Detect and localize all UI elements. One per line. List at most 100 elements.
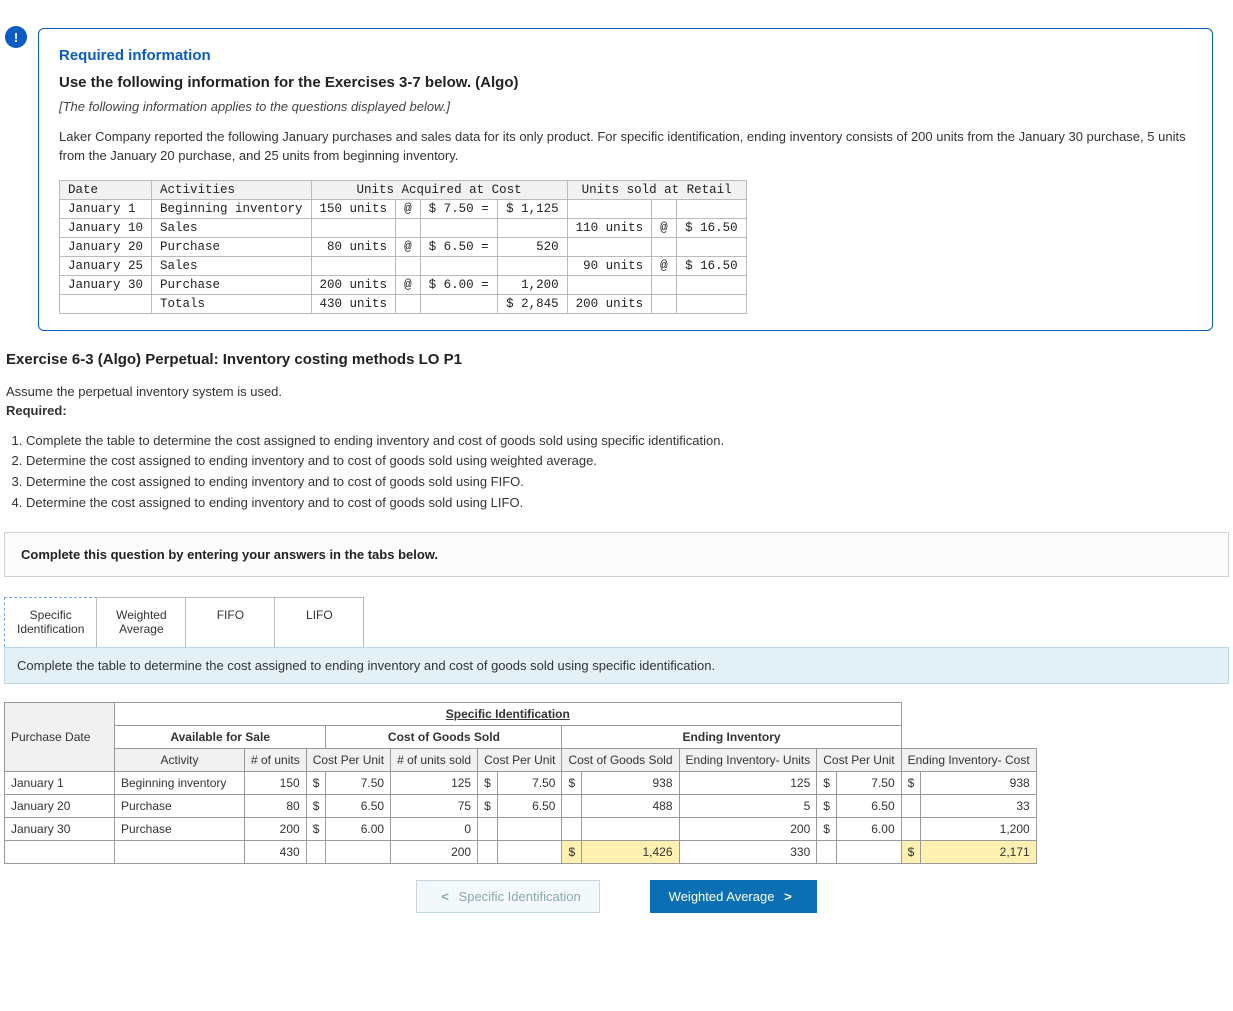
table-cell: Sales [152,218,312,237]
cell-activity[interactable] [115,840,245,863]
currency-symbol: $ [901,771,921,794]
cell-units-sold[interactable]: 75 [391,794,478,817]
cell-cpu[interactable]: 7.50 [326,771,391,794]
table-cell [652,237,677,256]
alert-icon: ! [5,26,27,48]
cell-cpu[interactable] [326,840,391,863]
table-cell [652,294,677,313]
table-cell: January 1 [60,199,152,218]
cell-ei-units[interactable]: 125 [679,771,817,794]
requirements-list: Complete the table to determine the cost… [26,431,1227,514]
cell-activity[interactable]: Beginning inventory [115,771,245,794]
currency-symbol [562,817,582,840]
table-cell: @ [396,275,421,294]
table-row: January 20Purchase80$6.5075$6.504885$6.5… [5,794,1037,817]
cell-cpu-ei[interactable]: 7.50 [836,771,901,794]
cell-cpu[interactable]: 6.00 [326,817,391,840]
cell-units[interactable]: 200 [245,817,307,840]
cell-cpu-ei[interactable]: 6.00 [836,817,901,840]
tab-weighted[interactable]: WeightedAverage [96,597,186,647]
table-cell: 430 units [311,294,396,313]
table-cell [396,256,421,275]
cell-ei-units[interactable]: 5 [679,794,817,817]
table-cell [396,294,421,313]
currency-symbol: $ [306,771,326,794]
table-cell [420,294,497,313]
table-cell: $ 16.50 [676,256,746,275]
table-cell [652,199,677,218]
table-cell: $ 16.50 [676,218,746,237]
cell-units[interactable]: 150 [245,771,307,794]
cell-cpu-sold[interactable]: 7.50 [497,771,562,794]
cell-cpu-sold[interactable]: 6.50 [497,794,562,817]
cell-cpu-ei[interactable] [836,840,901,863]
table-cell: January 20 [60,237,152,256]
group-cogs: Cost of Goods Sold [326,725,562,748]
table-cell: $ 2,845 [497,294,567,313]
cell-cogs[interactable]: 938 [582,771,679,794]
table-cell [420,256,497,275]
table-cell [311,256,396,275]
cell-cpu-sold[interactable] [497,817,562,840]
currency-symbol: $ [817,771,837,794]
chevron-left-icon: < [441,889,449,904]
cell-date[interactable] [5,840,115,863]
cell-activity[interactable]: Purchase [115,817,245,840]
cell-date[interactable]: January 20 [5,794,115,817]
cell-units[interactable]: 80 [245,794,307,817]
nav-buttons: < Specific Identification Weighted Avera… [0,880,1233,913]
col-date: Date [60,180,152,199]
instruction-bar: Complete this question by entering your … [4,532,1229,577]
col-cost: Units Acquired at Cost [311,180,567,199]
cell-units[interactable]: 430 [245,840,307,863]
cell-date[interactable]: January 30 [5,817,115,840]
table-cell: $ 6.00 = [420,275,497,294]
chevron-right-icon: > [784,889,792,904]
cell-date[interactable]: January 1 [5,771,115,794]
currency-symbol [306,840,326,863]
currency-symbol: $ [901,840,921,863]
table-cell [676,199,746,218]
cell-ei-cost[interactable]: 33 [921,794,1036,817]
cell-units-sold[interactable]: 125 [391,771,478,794]
table-cell: 90 units [567,256,652,275]
table-row: January 30Purchase200$6.000200$6.001,200 [5,817,1037,840]
currency-symbol: $ [562,840,582,863]
group-available: Available for Sale [115,725,326,748]
cell-cogs[interactable]: 1,426 [582,840,679,863]
table-cell [420,218,497,237]
col-purchase-date: Purchase Date [5,702,115,771]
instruction-text: Complete this question by entering your … [21,547,438,562]
tab-specific[interactable]: SpecificIdentification [4,597,97,647]
currency-symbol: $ [478,794,498,817]
cell-cpu[interactable]: 6.50 [326,794,391,817]
table-cell: @ [396,237,421,256]
col-retail: Units sold at Retail [567,180,746,199]
table-cell: January 30 [60,275,152,294]
next-button[interactable]: Weighted Average > [650,880,817,913]
tab-lifo[interactable]: LIFO [274,597,364,647]
table-cell [497,218,567,237]
cell-ei-cost[interactable]: 2,171 [921,840,1036,863]
cell-cpu-ei[interactable]: 6.50 [836,794,901,817]
tab-fifo[interactable]: FIFO [185,597,275,647]
cell-ei-units[interactable]: 330 [679,840,817,863]
cell-units-sold[interactable]: 200 [391,840,478,863]
cell-units-sold[interactable]: 0 [391,817,478,840]
cell-cpu-sold[interactable] [497,840,562,863]
col-cpu: Cost Per Unit [306,748,390,771]
requirement-item: Complete the table to determine the cost… [26,431,1227,452]
cell-cogs[interactable]: 488 [582,794,679,817]
cell-activity[interactable]: Purchase [115,794,245,817]
currency-symbol: $ [562,771,582,794]
col-units-sold: # of units sold [391,748,478,771]
currency-symbol: $ [478,771,498,794]
currency-symbol [562,794,582,817]
table-cell: 150 units [311,199,396,218]
currency-symbol [478,840,498,863]
cell-ei-units[interactable]: 200 [679,817,817,840]
cell-ei-cost[interactable]: 938 [921,771,1036,794]
cell-ei-cost[interactable]: 1,200 [921,817,1036,840]
cell-cogs[interactable] [582,817,679,840]
use-following-line: Use the following information for the Ex… [59,74,1192,91]
